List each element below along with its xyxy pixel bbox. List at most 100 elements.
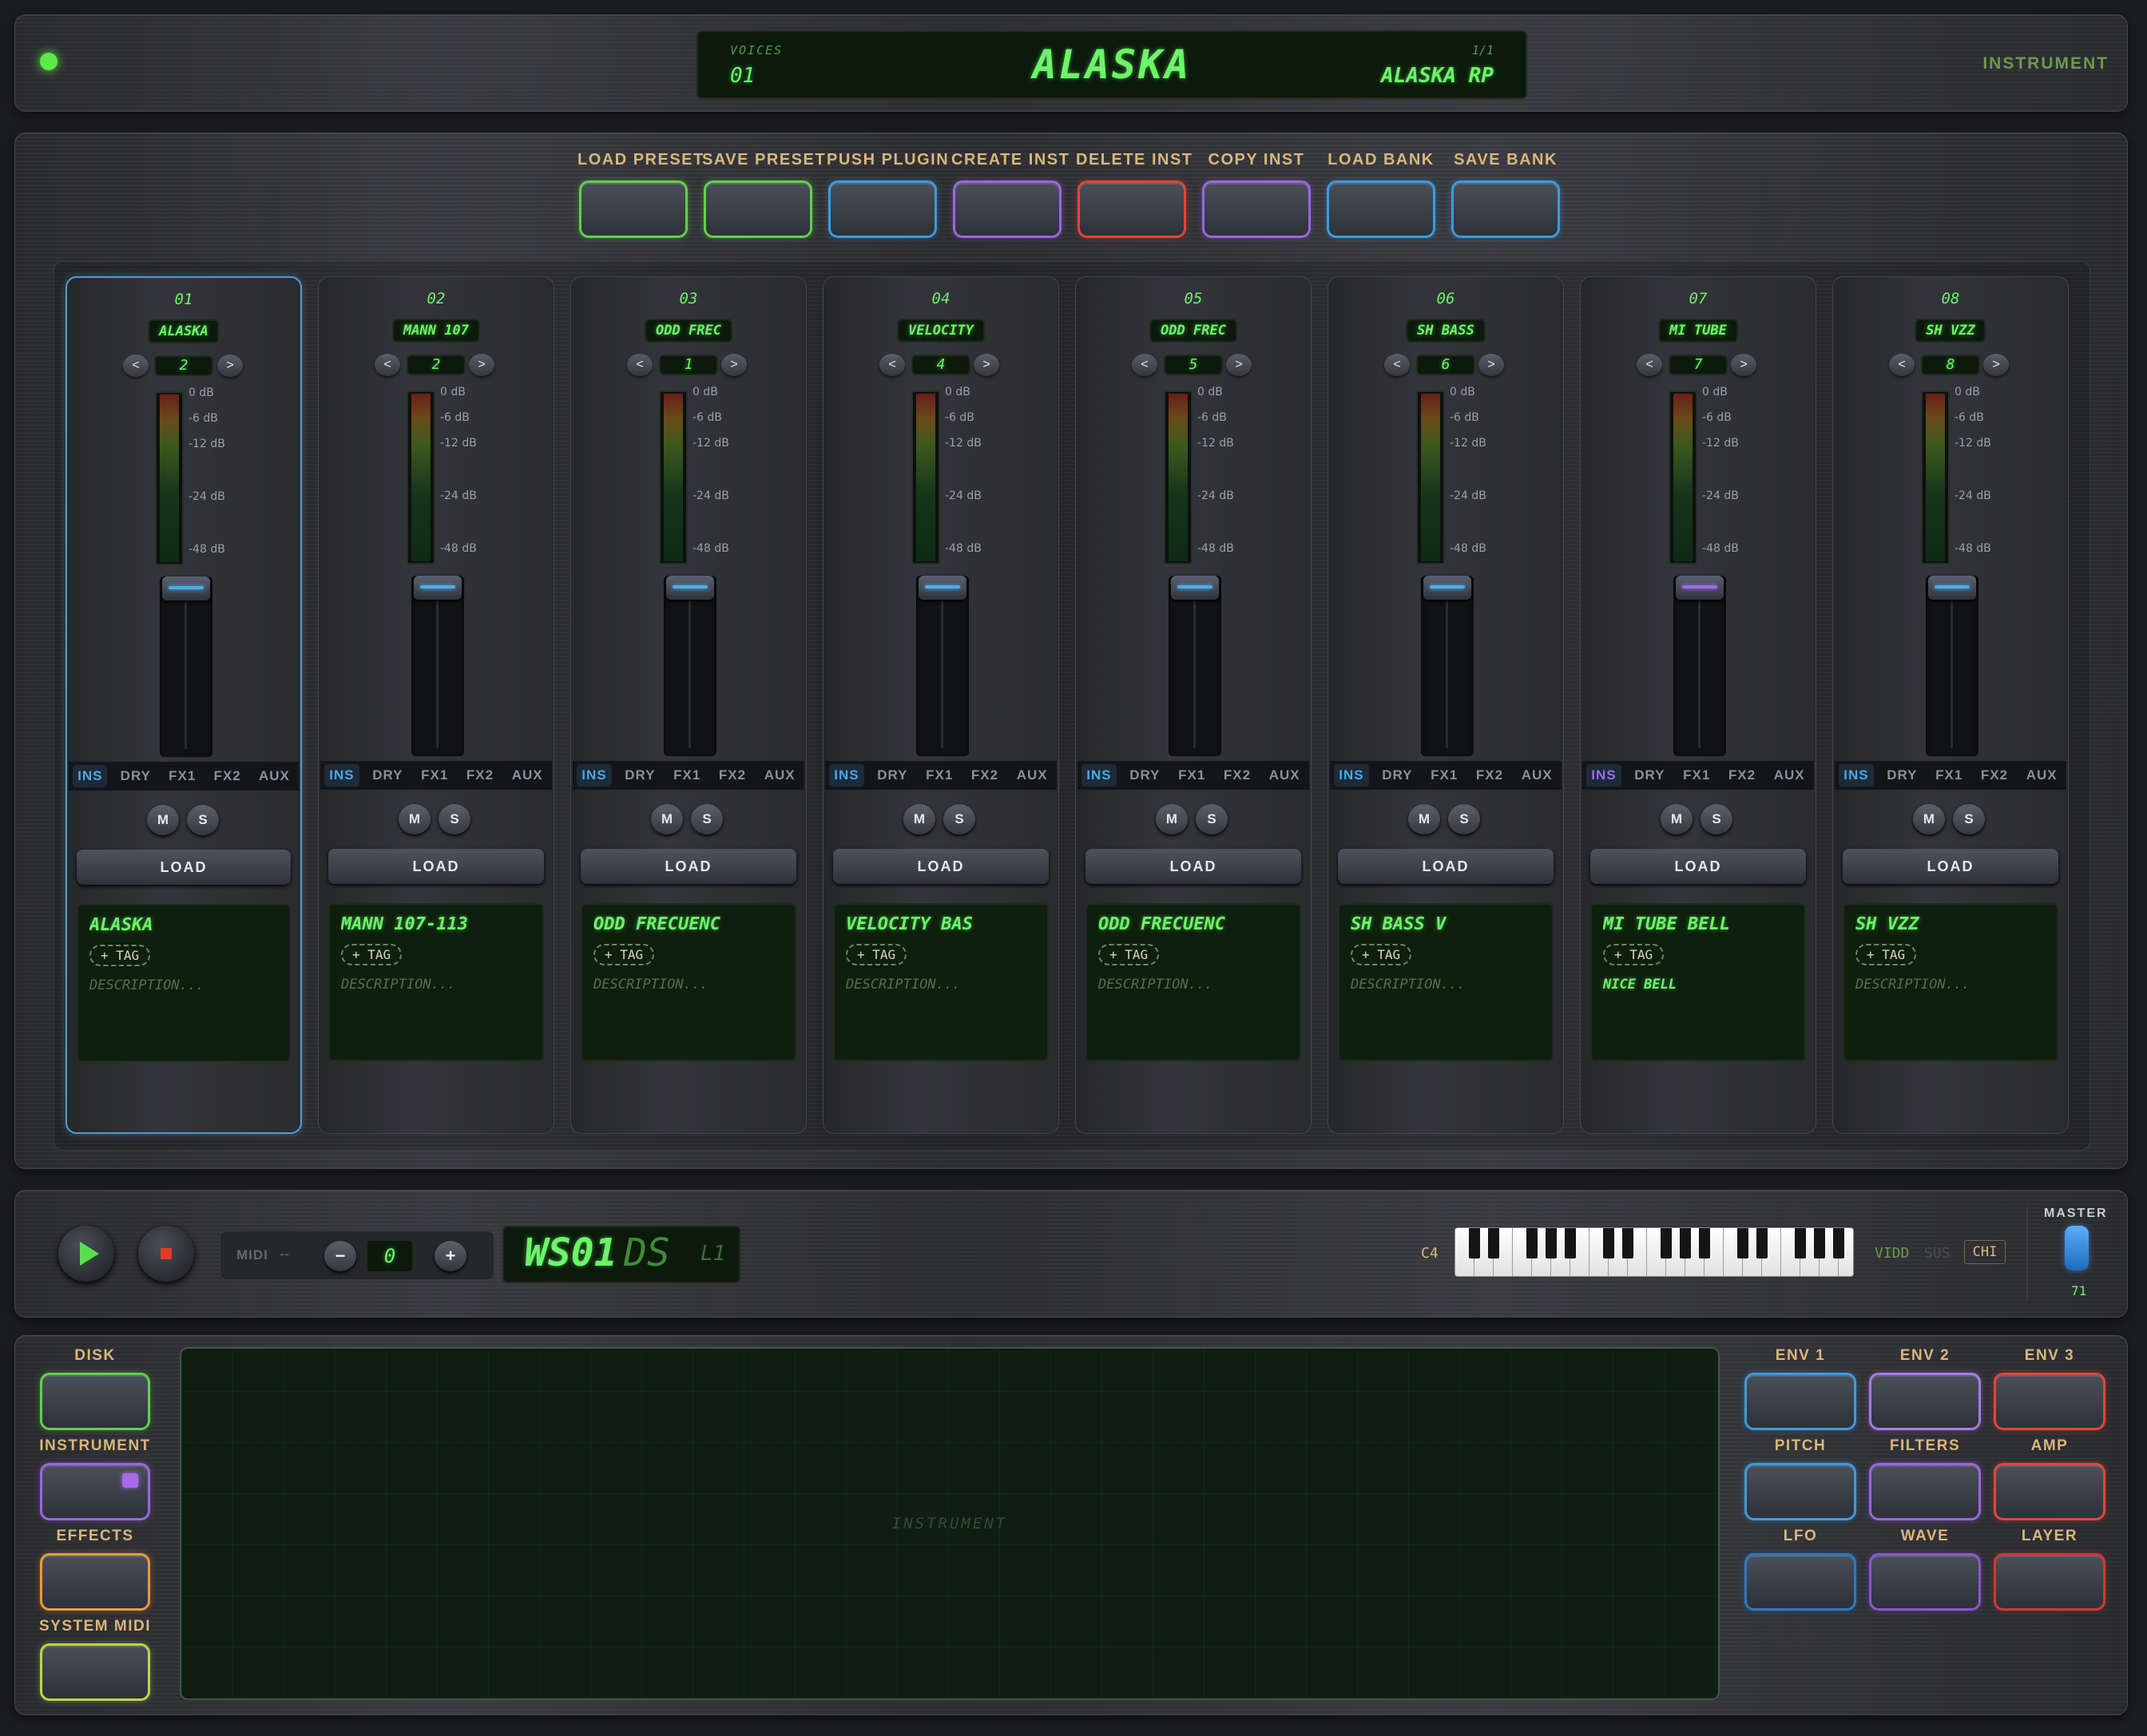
volume-fader-handle[interactable] — [414, 576, 462, 600]
program-next-button[interactable]: > — [721, 354, 747, 376]
black-key[interactable] — [1488, 1228, 1499, 1258]
route-ins-button[interactable]: INS — [1081, 764, 1117, 787]
volume-fader-handle[interactable] — [1171, 576, 1219, 600]
route-fx1-button[interactable]: FX1 — [1426, 764, 1462, 787]
route-aux-button[interactable]: AUX — [254, 765, 295, 787]
channel-strip[interactable]: 08 SH VZZ <8 >0 dB -6 dB -12 dB -24 dB -48 dB IN… — [1832, 276, 2069, 1134]
wave-pad[interactable] — [1869, 1553, 1981, 1611]
piano-keyboard[interactable] — [1454, 1227, 1854, 1277]
route-dry-button[interactable]: DRY — [620, 764, 660, 787]
load-instrument-button[interactable]: LOAD — [1338, 849, 1554, 884]
route-fx2-button[interactable]: FX2 — [1471, 764, 1508, 787]
volume-fader-track[interactable] — [160, 577, 212, 757]
channel-strip[interactable]: 06 SH BASS <6 >0 dB -6 dB -12 dB -24 dB -48 dB I… — [1327, 276, 1564, 1134]
load-instrument-button[interactable]: LOAD — [328, 849, 544, 884]
route-fx2-button[interactable]: FX2 — [966, 764, 1003, 787]
route-ins-button[interactable]: INS — [1334, 764, 1369, 787]
velocity-toggle[interactable]: VIDD — [1875, 1245, 1909, 1262]
env-3-pad[interactable] — [1994, 1373, 2105, 1430]
route-fx1-button[interactable]: FX1 — [921, 764, 958, 787]
channel-strip[interactable]: 07 MI TUBE <7 >0 dB -6 dB -12 dB -24 dB -48 dB I… — [1580, 276, 1816, 1134]
editor-screen[interactable]: INSTRUMENT — [180, 1347, 1720, 1700]
instrument-pad[interactable] — [40, 1463, 150, 1520]
add-tag-button[interactable]: + TAG — [593, 944, 655, 965]
program-prev-button[interactable]: < — [375, 354, 400, 376]
mute-button[interactable]: M — [399, 804, 431, 834]
toolbar-button[interactable] — [579, 180, 688, 238]
route-fx1-button[interactable]: FX1 — [1678, 764, 1715, 787]
solo-button[interactable]: S — [439, 804, 470, 834]
route-aux-button[interactable]: AUX — [1012, 764, 1053, 787]
instrument-description[interactable]: NICE BELL — [1603, 977, 1793, 993]
program-prev-button[interactable]: < — [123, 355, 149, 377]
program-prev-button[interactable]: < — [1132, 354, 1157, 376]
black-key[interactable] — [1469, 1228, 1480, 1258]
toolbar-button[interactable] — [704, 180, 812, 238]
black-key[interactable] — [1814, 1228, 1825, 1258]
volume-fader-track[interactable] — [1421, 576, 1474, 756]
sustain-toggle[interactable]: SUS — [1924, 1245, 1951, 1262]
route-ins-button[interactable]: INS — [577, 764, 612, 787]
solo-button[interactable]: S — [1701, 804, 1732, 834]
mute-button[interactable]: M — [1408, 804, 1440, 834]
instrument-description[interactable]: DESCRIPTION... — [593, 977, 784, 993]
route-dry-button[interactable]: DRY — [1377, 764, 1417, 787]
chi-toggle[interactable]: CHI — [1964, 1240, 2006, 1264]
solo-button[interactable]: S — [1448, 804, 1480, 834]
program-prev-button[interactable]: < — [879, 354, 905, 376]
program-prev-button[interactable]: < — [1384, 354, 1410, 376]
route-dry-button[interactable]: DRY — [1125, 764, 1165, 787]
midi-decrement-button[interactable]: − — [324, 1241, 356, 1271]
black-key[interactable] — [1603, 1228, 1614, 1258]
mute-button[interactable]: M — [903, 804, 935, 834]
add-tag-button[interactable]: + TAG — [846, 944, 907, 965]
black-key[interactable] — [1737, 1228, 1748, 1258]
volume-fader-handle[interactable] — [162, 577, 210, 600]
route-fx1-button[interactable]: FX1 — [1173, 764, 1210, 787]
program-prev-button[interactable]: < — [1637, 354, 1662, 376]
program-next-button[interactable]: > — [974, 354, 999, 376]
midi-increment-button[interactable]: + — [435, 1241, 466, 1271]
mute-button[interactable]: M — [147, 805, 179, 835]
volume-fader-handle[interactable] — [919, 576, 966, 600]
route-fx2-button[interactable]: FX2 — [1724, 764, 1760, 787]
instrument-description[interactable]: DESCRIPTION... — [1855, 977, 2046, 993]
route-fx2-button[interactable]: FX2 — [714, 764, 751, 787]
filters-pad[interactable] — [1869, 1463, 1981, 1520]
black-key[interactable] — [1565, 1228, 1576, 1258]
route-aux-button[interactable]: AUX — [1769, 764, 1810, 787]
add-tag-button[interactable]: + TAG — [89, 945, 151, 966]
black-key[interactable] — [1680, 1228, 1691, 1258]
load-instrument-button[interactable]: LOAD — [1843, 849, 2058, 884]
add-tag-button[interactable]: + TAG — [341, 944, 403, 965]
route-fx1-button[interactable]: FX1 — [1931, 764, 1967, 787]
program-next-button[interactable]: > — [1983, 354, 2009, 376]
route-ins-button[interactable]: INS — [324, 764, 359, 787]
route-fx2-button[interactable]: FX2 — [1219, 764, 1256, 787]
program-next-button[interactable]: > — [1226, 354, 1252, 376]
volume-fader-track[interactable] — [916, 576, 969, 756]
route-aux-button[interactable]: AUX — [1264, 764, 1305, 787]
solo-button[interactable]: S — [943, 804, 975, 834]
toolbar-button[interactable] — [1202, 180, 1311, 238]
master-volume-knob[interactable] — [2065, 1226, 2089, 1270]
solo-button[interactable]: S — [691, 804, 723, 834]
mute-button[interactable]: M — [1156, 804, 1188, 834]
instrument-description[interactable]: DESCRIPTION... — [89, 977, 278, 993]
load-instrument-button[interactable]: LOAD — [581, 849, 796, 884]
program-next-button[interactable]: > — [1731, 354, 1756, 376]
route-dry-button[interactable]: DRY — [1882, 764, 1922, 787]
load-instrument-button[interactable]: LOAD — [833, 849, 1049, 884]
add-tag-button[interactable]: + TAG — [1098, 944, 1160, 965]
volume-fader-track[interactable] — [664, 576, 716, 756]
toolbar-button[interactable] — [828, 180, 937, 238]
route-aux-button[interactable]: AUX — [507, 764, 548, 787]
channel-strip[interactable]: 01 ALASKA <2 >0 dB -6 dB -12 dB -24 dB -48 dB IN… — [65, 276, 302, 1134]
disk-pad[interactable] — [40, 1373, 150, 1430]
play-button[interactable] — [58, 1226, 114, 1282]
route-ins-button[interactable]: INS — [1839, 764, 1874, 787]
mute-button[interactable]: M — [1913, 804, 1945, 834]
env-1-pad[interactable] — [1744, 1373, 1856, 1430]
route-dry-button[interactable]: DRY — [1629, 764, 1669, 787]
load-instrument-button[interactable]: LOAD — [1590, 849, 1806, 884]
